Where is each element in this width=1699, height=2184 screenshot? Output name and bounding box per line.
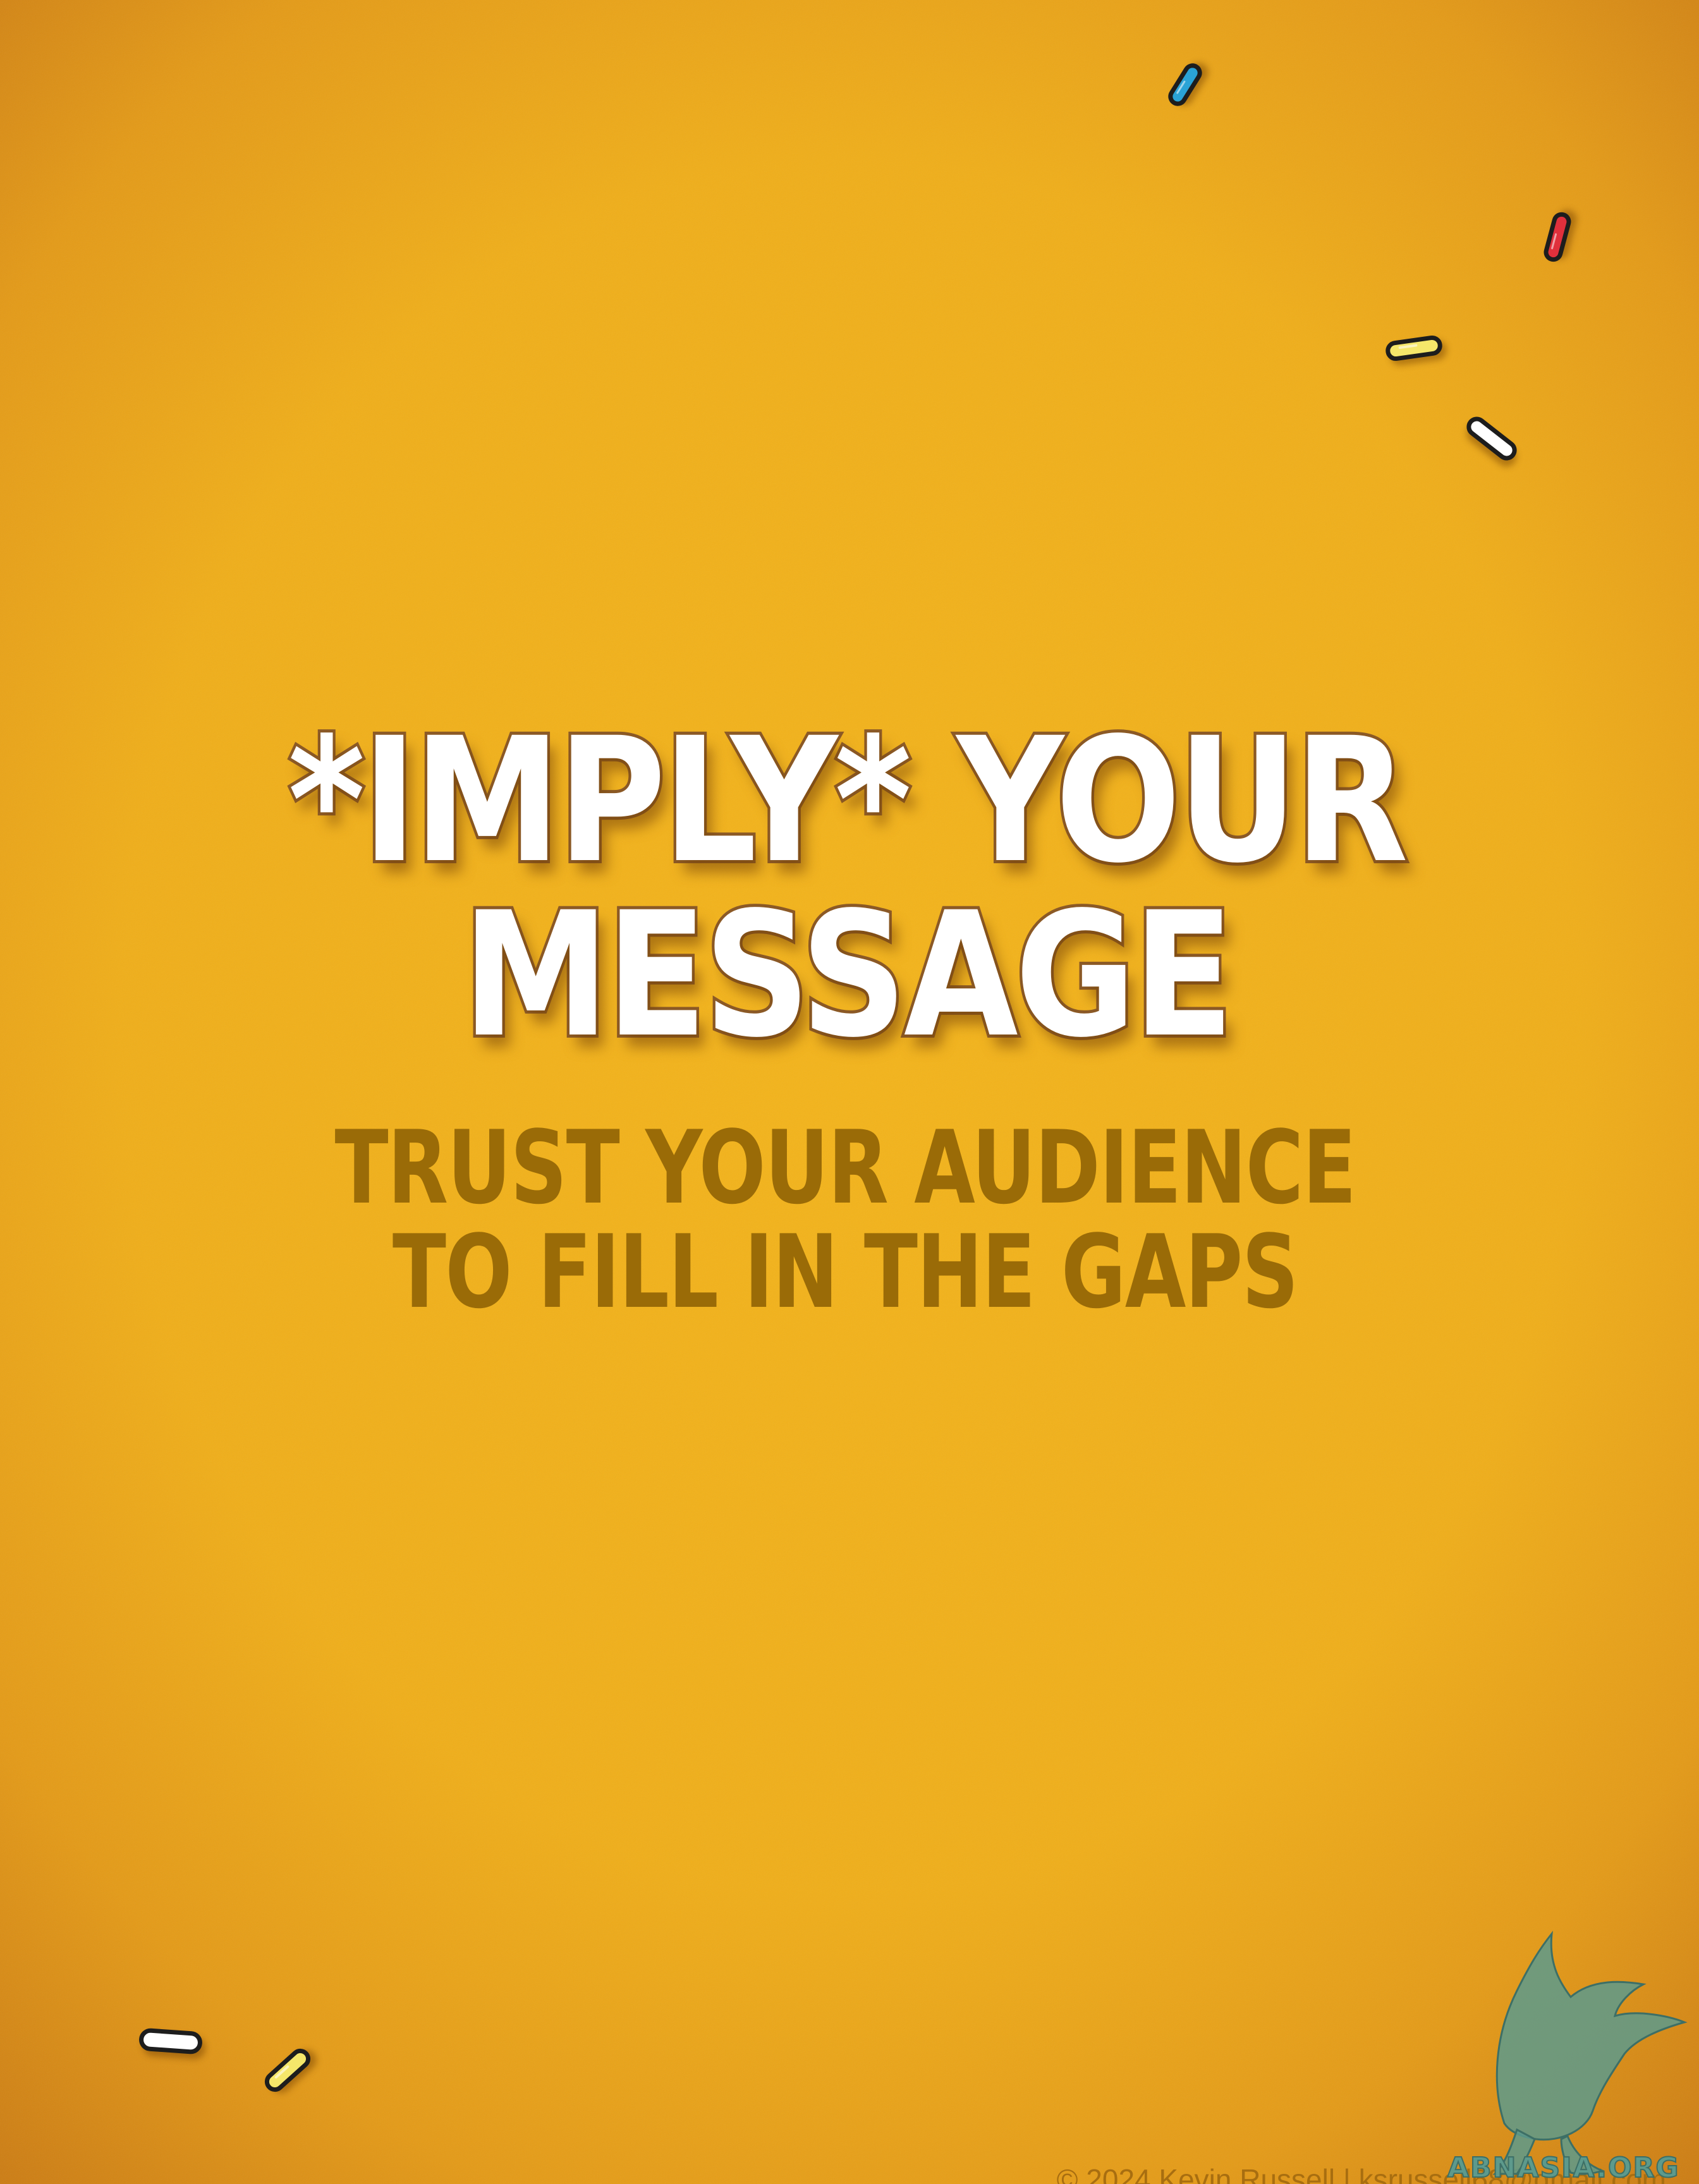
subheadline-line-2: TO FILL IN THE GAPS bbox=[392, 1213, 1299, 1331]
white-sprinkle bbox=[138, 2027, 204, 2055]
subheadline-line-1: TRUST YOUR AUDIENCE bbox=[334, 1108, 1356, 1227]
headline-line-2: MESSAGE bbox=[460, 876, 1236, 1076]
paper-texture bbox=[0, 0, 1699, 2184]
griffin-logo-icon bbox=[1492, 1931, 1688, 2175]
headline-line-1: *IMPLY* YOUR bbox=[285, 701, 1411, 901]
watermark-text: ABNASIA.ORG bbox=[1447, 2151, 1680, 2184]
headline: *IMPLY* YOUR MESSAGE bbox=[116, 701, 1577, 1076]
subheadline: TRUST YOUR AUDIENCE TO FILL IN THE GAPS bbox=[183, 1115, 1508, 1324]
poster-page: *IMPLY* YOUR MESSAGE TRUST YOUR AUDIENCE… bbox=[0, 0, 1699, 2184]
